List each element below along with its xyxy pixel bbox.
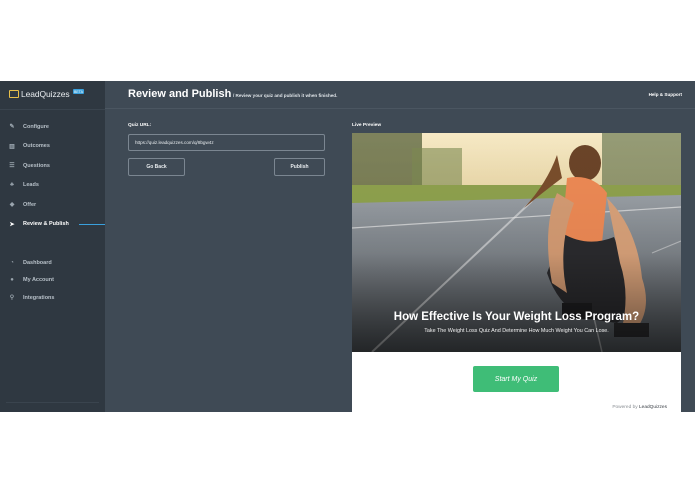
publish-button[interactable]: Publish xyxy=(274,158,325,176)
sidebar-item-offer[interactable]: ◆ Offer xyxy=(0,195,105,215)
sidebar-item-dashboard[interactable]: ◔ Dashboard xyxy=(0,254,105,272)
sidebar-item-label: Dashboard xyxy=(23,259,52,266)
page-title: Review and Publish xyxy=(128,88,232,100)
sidebar-nav-account: ◔ Dashboard ● My Account ⚲ Integrations xyxy=(0,254,105,307)
powered-by: Powered by LeadQuizzes xyxy=(612,405,667,410)
live-preview-label: Live Preview xyxy=(352,123,382,128)
sidebar-item-outcomes[interactable]: ▥ Outcomes xyxy=(0,137,105,157)
beta-badge: BETA xyxy=(72,89,85,94)
hero-text-block: How Effective Is Your Weight Loss Progra… xyxy=(352,311,681,334)
users-icon: ♣ xyxy=(10,182,14,189)
help-support-link[interactable]: Help & Support xyxy=(649,92,682,97)
active-indicator xyxy=(79,224,105,225)
sidebar-item-label: My Account xyxy=(23,277,54,284)
send-icon: ➤ xyxy=(9,221,15,228)
start-quiz-button[interactable]: Start My Quiz xyxy=(473,366,559,392)
logo[interactable]: LeadQuizzes BETA xyxy=(9,88,85,100)
quiz-title: How Effective Is Your Weight Loss Progra… xyxy=(393,311,640,323)
quiz-url-value: https://quiz.leadquizzes.com/q/8bgw4z xyxy=(135,140,214,145)
sidebar-item-my-account[interactable]: ● My Account xyxy=(0,272,105,290)
app-window: LeadQuizzes BETA ✎ Configure ▥ Outcomes … xyxy=(0,81,695,412)
sidebar-bottom-divider xyxy=(6,402,99,403)
list-icon: ☰ xyxy=(9,163,15,170)
sidebar-item-integrations[interactable]: ⚲ Integrations xyxy=(0,289,105,307)
sidebar: LeadQuizzes BETA ✎ Configure ▥ Outcomes … xyxy=(0,81,105,412)
sidebar-divider xyxy=(0,109,105,110)
sidebar-nav-quiz: ✎ Configure ▥ Outcomes ☰ Questions ♣ Lea… xyxy=(0,117,105,234)
sidebar-item-label: Integrations xyxy=(23,294,55,301)
plug-icon: ⚲ xyxy=(9,295,15,302)
pencil-icon: ✎ xyxy=(9,124,15,131)
logo-name-bold: Lead xyxy=(21,89,40,99)
live-preview-panel: How Effective Is Your Weight Loss Progra… xyxy=(352,133,681,412)
quiz-subtitle: Take The Weight Loss Quiz And Determine … xyxy=(424,328,609,334)
powered-by-brand: LeadQuizzes xyxy=(639,405,667,410)
page-subtitle: / Review your quiz and publish it when f… xyxy=(233,93,338,98)
gauge-icon: ◔ xyxy=(10,259,14,266)
user-icon: ● xyxy=(10,277,14,284)
sidebar-item-review-publish[interactable]: ➤ Review & Publish xyxy=(0,215,105,235)
sidebar-item-label: Review & Publish xyxy=(23,221,69,228)
page-header: Review and Publish / Review your quiz an… xyxy=(105,81,695,109)
bar-chart-icon: ▥ xyxy=(9,143,15,150)
sidebar-item-configure[interactable]: ✎ Configure xyxy=(0,117,105,137)
sidebar-item-leads[interactable]: ♣ Leads xyxy=(0,176,105,196)
tag-icon: ◆ xyxy=(9,202,15,209)
hero-image: How Effective Is Your Weight Loss Progra… xyxy=(352,133,681,352)
quiz-url-label: Quiz URL: xyxy=(128,123,152,128)
sidebar-item-label: Leads xyxy=(23,182,39,189)
sidebar-item-label: Offer xyxy=(23,201,37,208)
go-back-button[interactable]: Go Back xyxy=(128,158,185,176)
logo-name-rest: Quizzes xyxy=(39,89,70,99)
logo-mark-icon xyxy=(9,90,19,98)
powered-by-prefix: Powered by xyxy=(612,405,638,410)
sidebar-item-label: Configure xyxy=(23,123,49,130)
quiz-url-field[interactable]: https://quiz.leadquizzes.com/q/8bgw4z xyxy=(128,134,325,151)
sidebar-item-questions[interactable]: ☰ Questions xyxy=(0,156,105,176)
sidebar-item-label: Questions xyxy=(23,162,50,169)
sidebar-item-label: Outcomes xyxy=(23,143,50,150)
logo-text: LeadQuizzes xyxy=(21,89,70,99)
